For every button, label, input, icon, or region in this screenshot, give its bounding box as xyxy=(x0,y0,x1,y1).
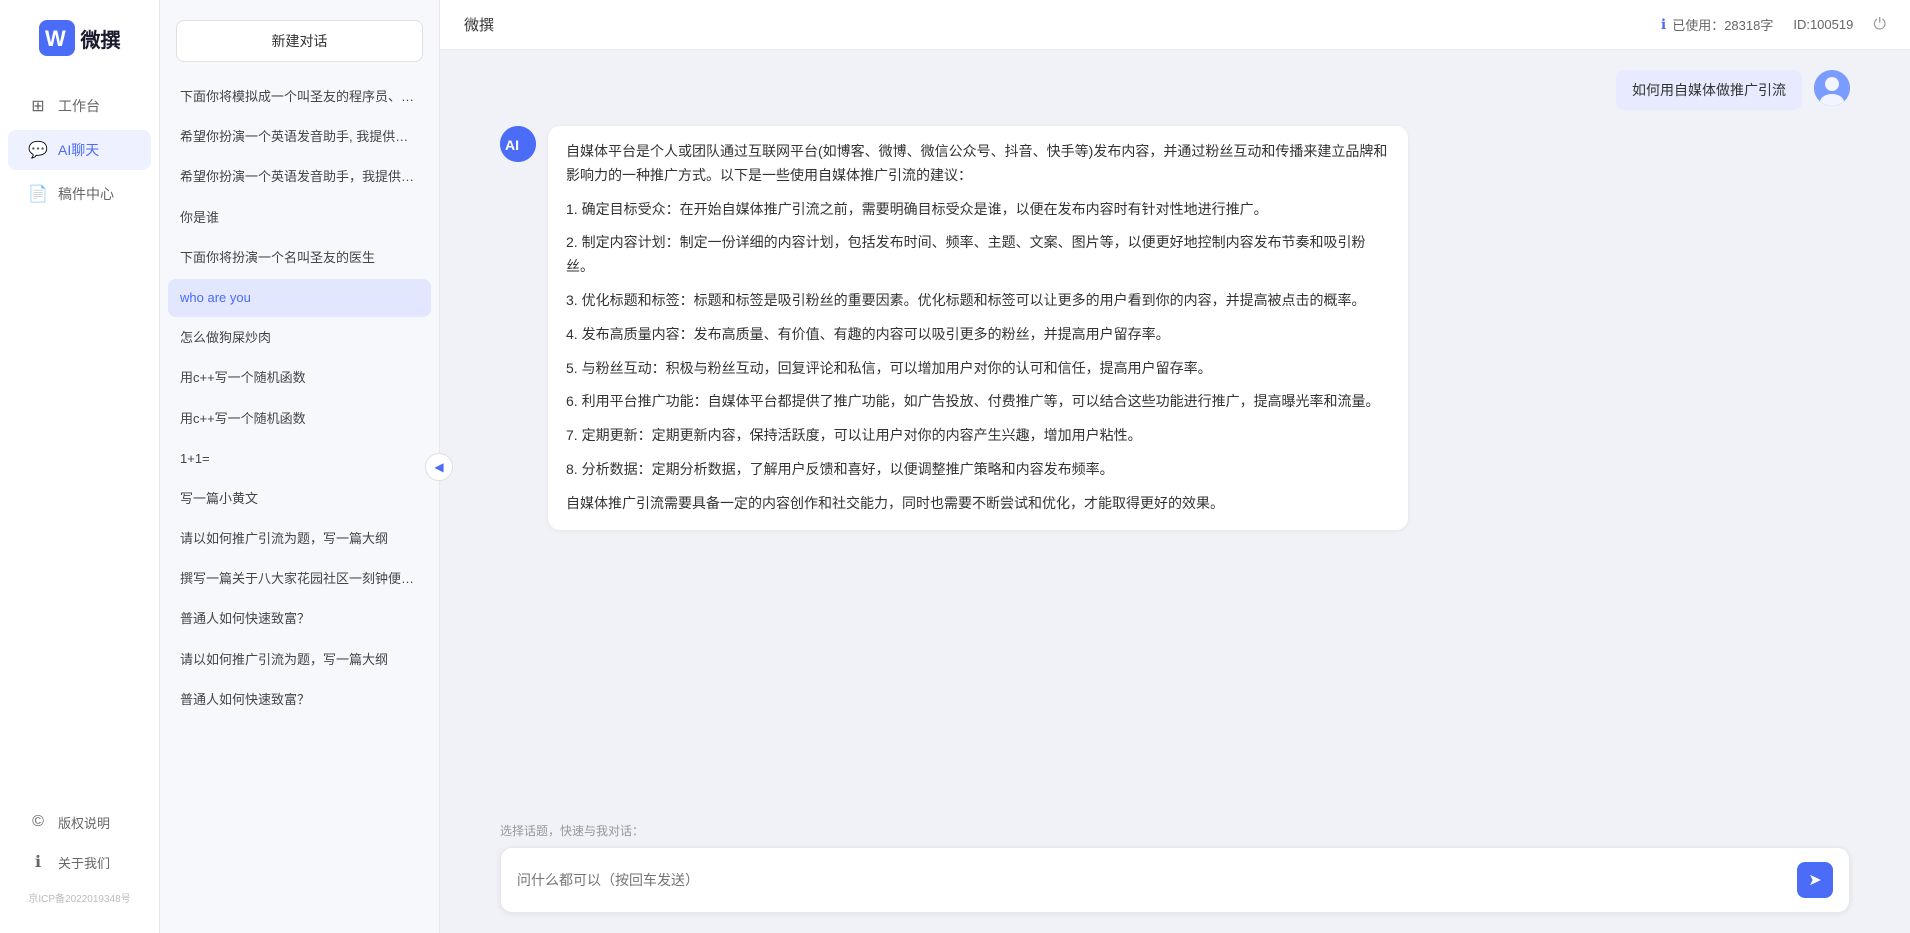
sidebar-item-label-ai-chat: AI聊天 xyxy=(58,140,99,160)
ai-chat-icon: 💬 xyxy=(28,140,48,160)
ai-message-bubble: 自媒体平台是个人或团队通过互联网平台(如博客、微博、微信公众号、抖音、快手等)发… xyxy=(548,126,1408,530)
conv-item-9[interactable]: 用c++写一个随机函数 xyxy=(168,400,431,438)
ai-message-row: AI 自媒体平台是个人或团队通过互联网平台(如博客、微博、微信公众号、抖音、快手… xyxy=(500,126,1850,530)
sidebar-item-drafts[interactable]: 📄 稿件中心 xyxy=(8,174,151,214)
user-avatar xyxy=(1814,70,1850,106)
usage-icon: ℹ xyxy=(1661,16,1666,33)
conv-item-10[interactable]: 1+1= xyxy=(168,440,431,478)
sidebar: W 微撰 ⊞ 工作台 💬 AI聊天 📄 稿件中心 © 版权说明 ℹ 关于我们 京… xyxy=(0,0,160,933)
chat-input[interactable] xyxy=(517,872,1787,888)
ai-point-2: 2. 制定内容计划：制定一份详细的内容计划，包括发布时间、频率、主题、文案、图片… xyxy=(566,231,1390,279)
send-button[interactable]: ➤ xyxy=(1797,862,1833,898)
conv-item-13[interactable]: 撰写一篇关于八大家花园社区一刻钟便民生... xyxy=(168,560,431,598)
sidebar-item-workbench[interactable]: ⊞ 工作台 xyxy=(8,86,151,126)
sidebar-item-label-copyright: 版权说明 xyxy=(58,813,110,832)
sidebar-bottom: © 版权说明 ℹ 关于我们 京ICP备2022019348号 xyxy=(0,802,159,933)
conversation-list: 下面你将模拟成一个叫圣友的程序员、我说... 希望你扮演一个英语发音助手, 我提… xyxy=(160,74,439,933)
app-name: 微撰 xyxy=(81,24,121,53)
sidebar-item-about[interactable]: ℹ 关于我们 xyxy=(8,842,151,882)
nav-items: ⊞ 工作台 💬 AI聊天 📄 稿件中心 xyxy=(0,86,159,802)
conv-item-11[interactable]: 写一篇小黄文 xyxy=(168,480,431,518)
ai-avatar: AI xyxy=(500,126,536,162)
conv-item-14[interactable]: 普通人如何快速致富？ xyxy=(168,600,431,638)
ai-point-1: 1. 确定目标受众：在开始自媒体推广引流之前，需要明确目标受众是谁，以便在发布内… xyxy=(566,198,1390,222)
sidebar-item-label-about: 关于我们 xyxy=(58,853,110,872)
ai-point-4: 4. 发布高质量内容：发布高质量、有价值、有趣的内容可以吸引更多的粉丝，并提高用… xyxy=(566,323,1390,347)
ai-point-6: 6. 利用平台推广功能：自媒体平台都提供了推广功能，如广告投放、付费推广等，可以… xyxy=(566,390,1390,414)
about-icon: ℹ xyxy=(28,852,48,872)
drafts-icon: 📄 xyxy=(28,184,48,204)
conv-item-8[interactable]: 用c++写一个随机函数 xyxy=(168,359,431,397)
conv-item-4[interactable]: 你是谁 xyxy=(168,199,431,237)
sidebar-item-label-drafts: 稿件中心 xyxy=(58,184,114,204)
collapse-panel-button[interactable]: ◀ xyxy=(425,453,453,481)
conv-item-2[interactable]: 希望你扮演一个英语发音助手, 我提供给你... xyxy=(168,118,431,156)
top-bar-right: ℹ 已使用：28318字 ID:100519 ⏻ xyxy=(1661,15,1886,34)
conv-item-5[interactable]: 下面你将扮演一个名叫圣友的医生 xyxy=(168,239,431,277)
copyright-icon: © xyxy=(28,812,48,832)
quick-topics-label: 选择话题，快速与我对话： xyxy=(500,822,1850,839)
input-area: 选择话题，快速与我对话： ➤ xyxy=(440,810,1910,933)
sidebar-item-ai-chat[interactable]: 💬 AI聊天 xyxy=(8,130,151,170)
svg-text:W: W xyxy=(45,26,66,51)
conv-item-1[interactable]: 下面你将模拟成一个叫圣友的程序员、我说... xyxy=(168,78,431,116)
usage-text: 已使用：28318字 xyxy=(1672,15,1773,34)
ai-point-5: 5. 与粉丝互动：积极与粉丝互动，回复评论和私信，可以增加用户对你的认可和信任，… xyxy=(566,357,1390,381)
logo-icon: W xyxy=(39,20,75,56)
new-chat-button[interactable]: 新建对话 xyxy=(176,20,423,62)
top-bar: 微撰 ℹ 已使用：28318字 ID:100519 ⏻ xyxy=(440,0,1910,50)
svg-text:AI: AI xyxy=(505,137,519,153)
logo-area: W 微撰 xyxy=(29,20,131,56)
usage-info: ℹ 已使用：28318字 xyxy=(1661,15,1773,34)
ai-intro: 自媒体平台是个人或团队通过互联网平台(如博客、微博、微信公众号、抖音、快手等)发… xyxy=(566,140,1390,188)
logout-icon[interactable]: ⏻ xyxy=(1873,16,1886,34)
icp-text: 京ICP备2022019348号 xyxy=(0,882,159,913)
ai-point-3: 3. 优化标题和标签：标题和标签是吸引粉丝的重要因素。优化标题和标签可以让更多的… xyxy=(566,289,1390,313)
conv-item-6[interactable]: who are you xyxy=(168,279,431,317)
ai-conclusion: 自媒体推广引流需要具备一定的内容创作和社交能力，同时也需要不断尝试和优化，才能取… xyxy=(566,492,1390,516)
messages-area: 如何用自媒体做推广引流 AI 自媒体平台是个人或团队通过互联网平台(如博客、微博… xyxy=(440,50,1910,810)
workbench-icon: ⊞ xyxy=(28,96,48,116)
conv-item-16[interactable]: 普通人如何快速致富？ xyxy=(168,681,431,719)
conv-header: 新建对话 xyxy=(160,0,439,74)
user-message-bubble: 如何用自媒体做推广引流 xyxy=(1616,70,1802,110)
conv-item-3[interactable]: 希望你扮演一个英语发音助手，我提供给你... xyxy=(168,158,431,196)
conv-item-15[interactable]: 请以如何推广引流为题，写一篇大纲 xyxy=(168,641,431,679)
id-info: ID:100519 xyxy=(1793,17,1853,32)
user-message-row: 如何用自媒体做推广引流 xyxy=(500,70,1850,110)
input-box: ➤ xyxy=(500,847,1850,913)
conversation-panel: 新建对话 下面你将模拟成一个叫圣友的程序员、我说... 希望你扮演一个英语发音助… xyxy=(160,0,440,933)
ai-point-8: 8. 分析数据：定期分析数据，了解用户反馈和喜好，以便调整推广策略和内容发布频率… xyxy=(566,458,1390,482)
chat-main: 微撰 ℹ 已使用：28318字 ID:100519 ⏻ 如何用自媒体做推广引流 … xyxy=(440,0,1910,933)
sidebar-item-copyright[interactable]: © 版权说明 xyxy=(8,802,151,842)
ai-point-7: 7. 定期更新：定期更新内容，保持活跃度，可以让用户对你的内容产生兴趣，增加用户… xyxy=(566,424,1390,448)
conv-item-7[interactable]: 怎么做狗屎炒肉 xyxy=(168,319,431,357)
send-icon: ➤ xyxy=(1808,870,1821,890)
sidebar-item-label-workbench: 工作台 xyxy=(58,96,100,116)
top-bar-title: 微撰 xyxy=(464,14,494,35)
conv-item-12[interactable]: 请以如何推广引流为题，写一篇大纲 xyxy=(168,520,431,558)
